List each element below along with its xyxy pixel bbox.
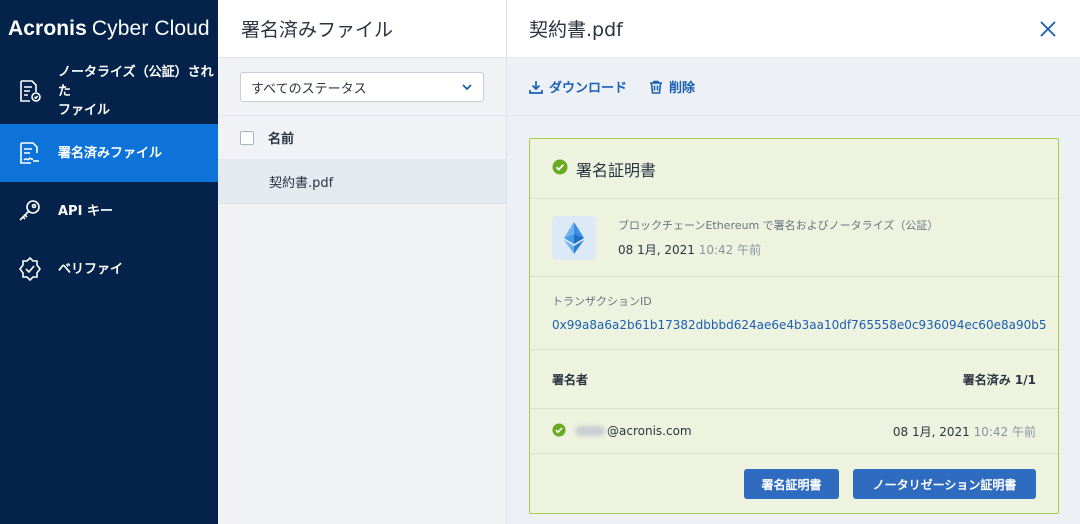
filter-area: すべてのステータス [218,58,506,116]
key-icon [16,197,44,225]
transaction-id-label: トランザクションID [552,295,652,308]
signer-date: 08 1月, 2021 [892,424,970,439]
delete-button[interactable]: 削除 [649,77,695,96]
download-icon [529,80,543,94]
certificate-header: 署名証明書 [530,139,1058,199]
select-all-checkbox[interactable] [240,130,254,145]
signature-certificate-card: 署名証明書 ブロックチェーンEthereum で署名およびノータライズ（公証） … [529,138,1059,514]
column-header-name[interactable]: 名前 [268,128,294,147]
notarized-file-icon [16,77,44,105]
sidebar-item-label: API キー [58,203,113,219]
check-circle-icon [552,159,568,179]
blockchain-time: 10:42 午前 [698,243,762,257]
signer-header: 署名者 署名済み 1/1 [530,350,1058,409]
detail-header: 契約書.pdf [507,0,1080,58]
blockchain-info: ブロックチェーンEthereum で署名およびノータライズ（公証） 08 1月,… [530,199,1058,277]
signature-certificate-button[interactable]: 署名証明書 [744,469,839,499]
transaction-id-link[interactable]: 0x99a8a6a2b61b17382dbbbd624ae6e4b3aa10df… [552,318,1046,332]
signed-file-icon [16,139,44,167]
sidebar-item-verify[interactable]: ベリファイ [0,240,218,298]
sidebar-item-signed-files[interactable]: 署名済みファイル [0,124,218,182]
blockchain-timestamp: 08 1月, 2021 10:42 午前 [618,241,938,258]
status-filter-select[interactable]: すべてのステータス [240,72,484,102]
signer-timestamp: 08 1月, 2021 10:42 午前 [893,423,1036,440]
redacted-username [575,426,605,436]
blockchain-date: 08 1月, 2021 [618,243,695,257]
delete-label: 削除 [669,81,696,96]
signed-count: 署名済み 1/1 [962,372,1036,387]
brand-name-rest: Cyber Cloud [91,17,210,40]
sidebar: Acronis Cyber Cloud ノータライズ（公証）された ファイル 署名… [0,0,218,524]
trash-icon [650,80,663,94]
blockchain-description: ブロックチェーンEthereum で署名およびノータライズ（公証） [618,219,939,232]
certificate-title: 署名証明書 [576,160,657,180]
file-list-panel: 署名済みファイル すべてのステータス 名前 契約書.pdf [218,0,507,524]
close-icon[interactable] [1038,19,1058,39]
status-filter-value: すべてのステータス [251,81,367,97]
brand-name-bold: Acronis [8,17,87,40]
certificate-actions: 署名証明書 ノータリゼーション証明書 [730,469,1036,499]
ethereum-icon [552,215,596,260]
download-label: ダウンロード [549,81,628,96]
signer-column-label: 署名者 [552,372,589,387]
signer-email: @acronis.com [607,424,692,438]
detail-panel: 契約書.pdf ダウンロード 削除 署名証明書 ブロックチェーンEthereum… [507,0,1080,524]
signer-identity: @acronis.com [552,422,692,440]
notarization-certificate-button[interactable]: ノータリゼーション証明書 [853,469,1036,499]
panel-title: 署名済みファイル [218,0,506,58]
brand-logo: Acronis Cyber Cloud [0,0,218,58]
signer-row: @acronis.com 08 1月, 2021 10:42 午前 [530,409,1058,454]
detail-toolbar: ダウンロード 削除 [507,58,1080,116]
download-button[interactable]: ダウンロード [529,77,627,96]
sidebar-item-api-keys[interactable]: API キー [0,182,218,240]
sidebar-item-notarized-files[interactable]: ノータライズ（公証）された ファイル [0,58,218,124]
check-circle-icon [552,422,566,440]
transaction-section: トランザクションID 0x99a8a6a2b61b17382dbbbd624ae… [530,277,1058,350]
signer-time: 10:42 午前 [973,424,1036,439]
sidebar-item-label: ノータライズ（公証）された ファイル [58,64,214,118]
list-header: 名前 [218,116,506,160]
verify-badge-icon [16,255,44,283]
list-item[interactable]: 契約書.pdf [218,160,506,204]
chevron-down-icon [461,80,473,95]
sidebar-item-label: ベリファイ [58,261,124,277]
detail-title: 契約書.pdf [529,19,623,41]
sidebar-item-label: 署名済みファイル [58,145,163,161]
file-name: 契約書.pdf [269,176,334,191]
